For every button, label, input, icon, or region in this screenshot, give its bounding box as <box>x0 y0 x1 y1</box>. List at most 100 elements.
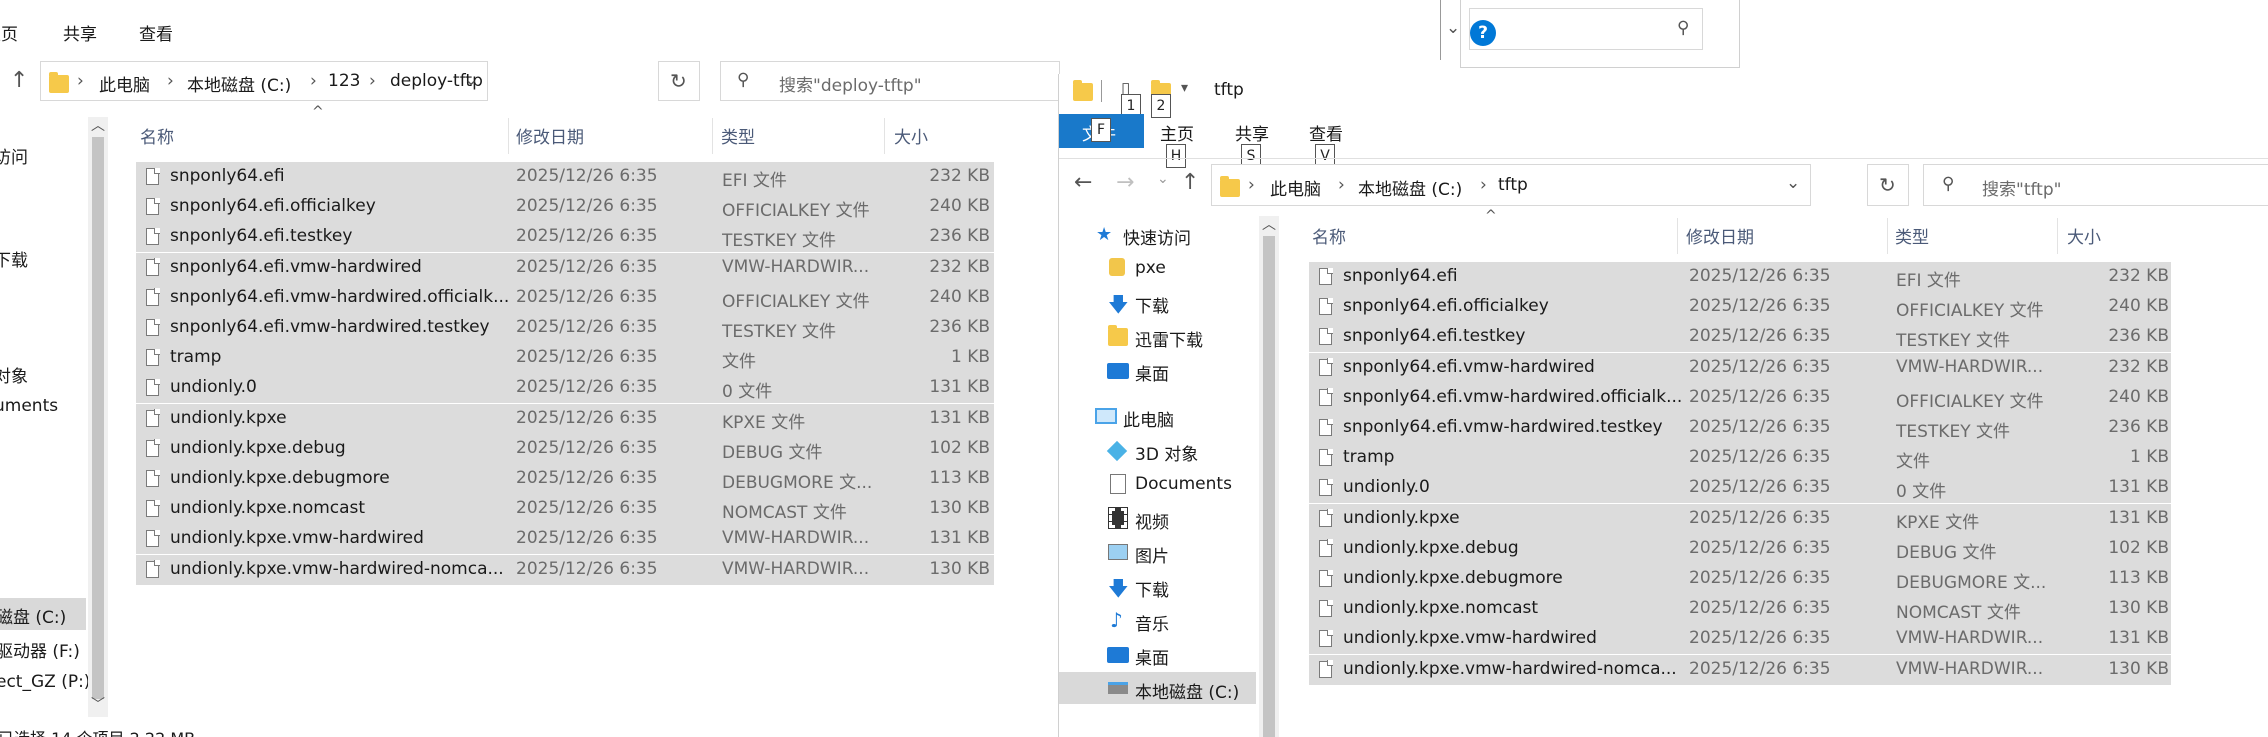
column-separator[interactable] <box>884 118 885 154</box>
nav-item-downloads[interactable]: 下载 <box>1135 292 1169 317</box>
menu-home[interactable]: 主页 <box>0 20 18 45</box>
file-row[interactable]: undionly.0 2025/12/26 6:35 0 文件 131 KB <box>1309 473 2171 504</box>
tab-share[interactable]: 共享 <box>1235 120 1269 145</box>
column-header-type[interactable]: 类型 <box>721 123 755 148</box>
file-row[interactable]: snponly64.efi.vmw-hardwired.officialk...… <box>1309 382 2171 413</box>
breadcrumb-123[interactable]: 123 <box>328 71 360 91</box>
file-row[interactable]: snponly64.efi.vmw-hardwired 2025/12/26 6:… <box>136 252 994 283</box>
nav-item-music[interactable]: 音乐 <box>1135 610 1169 635</box>
file-row[interactable]: undionly.kpxe.nomcast 2025/12/26 6:35 NOMC… <box>1309 594 2171 625</box>
column-separator[interactable] <box>1887 218 1888 254</box>
scroll-down-icon[interactable]: ﹀ <box>91 694 105 714</box>
nav-item-3d-objects[interactable]: 3D 对象 <box>1135 440 1198 465</box>
refresh-button[interactable]: ↻ <box>1867 164 1909 206</box>
file-row[interactable]: tramp 2025/12/26 6:35 文件 1 KB <box>1309 443 2171 474</box>
nav-item-downloads-2[interactable]: 下载 <box>1135 576 1169 601</box>
back-arrow-icon[interactable]: ← <box>1074 170 1092 195</box>
nav-item-this-pc[interactable]: 此电脑 <box>1123 406 1174 431</box>
nav-item-downloads[interactable]: 下载 <box>0 246 28 271</box>
nav-scrollbar-thumb[interactable] <box>1263 236 1275 737</box>
nav-item-pictures[interactable]: 图片 <box>1135 542 1169 567</box>
file-row[interactable]: snponly64.efi.vmw-hardwired.testkey 2025/… <box>1309 413 2171 443</box>
column-header-date[interactable]: 修改日期 <box>516 123 584 148</box>
file-row[interactable]: snponly64.efi.vmw-hardwired.testkey 2025/… <box>136 313 994 343</box>
column-separator[interactable] <box>1677 218 1678 254</box>
tab-view[interactable]: 查看 <box>1309 120 1343 145</box>
customize-qat-icon[interactable]: ▾ <box>1181 80 1188 96</box>
file-row[interactable]: undionly.kpxe.vmw-hardwired-nomca... 2025… <box>1309 654 2171 685</box>
file-row[interactable]: undionly.kpxe.vmw-hardwired 2025/12/26 6:… <box>136 524 994 555</box>
menu-share[interactable]: 共享 <box>63 20 97 45</box>
scroll-up-icon[interactable]: ︿ <box>91 115 105 135</box>
nav-item-drive-f[interactable]: 驱动器 (F:) <box>0 637 80 662</box>
column-separator[interactable] <box>712 118 713 154</box>
file-row[interactable]: undionly.kpxe 2025/12/26 6:35 KPXE 文件 131 K… <box>136 403 994 434</box>
file-row[interactable]: snponly64.efi.testkey 2025/12/26 6:35 TEST… <box>136 222 994 253</box>
column-separator[interactable] <box>508 118 509 154</box>
file-row[interactable]: snponly64.efi 2025/12/26 6:35 EFI 文件 232 KB <box>1309 262 2171 292</box>
search-box[interactable]: ⚲ 搜索"deploy-tftp" <box>720 61 1060 101</box>
column-header-type[interactable]: 类型 <box>1895 223 1929 248</box>
breadcrumb-this-pc[interactable]: 此电脑 <box>1270 175 1321 200</box>
nav-scrollbar[interactable]: ︿ <box>1259 216 1279 737</box>
column-header-name[interactable]: 名称 <box>1312 223 1346 248</box>
refresh-button[interactable]: ↻ <box>658 61 700 101</box>
file-row[interactable]: undionly.kpxe.debug 2025/12/26 6:35 DEBUG … <box>1309 533 2171 564</box>
chevron-down-icon[interactable]: ⌄ <box>464 70 478 90</box>
address-bar[interactable]: › 此电脑 › 本地磁盘 (C:) › tftp ⌄ <box>1211 164 1811 206</box>
tab-home[interactable]: 主页 <box>1160 120 1194 145</box>
chevron-down-icon[interactable]: ⌄ <box>1786 173 1800 193</box>
forward-arrow-icon[interactable]: → <box>1116 170 1134 195</box>
nav-item-pxe[interactable]: pxe <box>1135 258 1166 278</box>
nav-item-desktop-2[interactable]: 桌面 <box>1135 644 1169 669</box>
file-row[interactable]: undionly.kpxe.debugmore 2025/12/26 6:35 DE… <box>1309 564 2171 594</box>
nav-item-quick-access[interactable]: 快速访问 <box>1123 224 1191 249</box>
nav-item-quick-access[interactable]: 访问 <box>0 143 28 168</box>
file-row[interactable]: snponly64.efi.vmw-hardwired.officialk...… <box>136 282 994 313</box>
column-separator[interactable] <box>2057 218 2058 254</box>
file-row[interactable]: undionly.0 2025/12/26 6:35 0 文件 131 KB <box>136 373 994 404</box>
menu-view[interactable]: 查看 <box>139 20 173 45</box>
nav-scrollbar[interactable]: ︿ ﹀ <box>88 117 108 717</box>
nav-item-local-disk[interactable]: 本地磁盘 (C:) <box>1135 678 1239 703</box>
nav-item-xunlei[interactable]: 迅雷下载 <box>1135 326 1203 351</box>
recent-locations-icon[interactable]: ⌄ <box>1157 171 1169 187</box>
search-box[interactable]: ⚲ 搜索"tftp" <box>1923 164 2268 206</box>
file-row[interactable]: snponly64.efi.officialkey 2025/12/26 6:35… <box>1309 292 2171 323</box>
ribbon-collapse-icon[interactable]: ⌄ <box>1446 18 1460 38</box>
file-row[interactable]: snponly64.efi.vmw-hardwired 2025/12/26 6:… <box>1309 352 2171 383</box>
column-header-size[interactable]: 大小 <box>894 123 928 148</box>
file-row[interactable]: snponly64.efi.testkey 2025/12/26 6:35 TEST… <box>1309 322 2171 353</box>
nav-item-drive-p[interactable]: ect_GZ (P:) <box>0 672 90 692</box>
scroll-up-icon[interactable]: ︿ <box>1262 214 1276 234</box>
background-window-search[interactable]: ⚲ <box>1460 0 1740 68</box>
address-bar[interactable]: › 此电脑 › 本地磁盘 (C:) › 123 › deploy-tftp ⌄ <box>40 61 488 101</box>
column-header-size[interactable]: 大小 <box>2067 223 2101 248</box>
nav-item-videos[interactable]: 视频 <box>1135 508 1169 533</box>
file-row[interactable]: undionly.kpxe.nomcast 2025/12/26 6:35 NOMC… <box>136 494 994 525</box>
file-row[interactable]: snponly64.efi 2025/12/26 6:35 EFI 文件 232 KB <box>136 162 994 192</box>
up-arrow-icon[interactable]: ↑ <box>1181 170 1199 195</box>
breadcrumb-local-disk[interactable]: 本地磁盘 (C:) <box>1358 175 1462 200</box>
nav-item-documents[interactable]: uments <box>0 396 58 416</box>
nav-scrollbar-thumb[interactable] <box>92 137 104 699</box>
background-search-box[interactable]: ⚲ <box>1469 8 1703 50</box>
breadcrumb-tftp[interactable]: tftp <box>1498 175 1528 195</box>
nav-item-local-disk[interactable]: 磁盘 (C:) <box>0 603 66 628</box>
help-icon[interactable]: ? <box>1470 20 1496 46</box>
column-header-name[interactable]: 名称 <box>140 123 174 148</box>
file-row[interactable]: undionly.kpxe 2025/12/26 6:35 KPXE 文件 131 K… <box>1309 503 2171 534</box>
nav-item-documents[interactable]: Documents <box>1135 474 1232 494</box>
file-row[interactable]: undionly.kpxe.vmw-hardwired 2025/12/26 6:… <box>1309 624 2171 655</box>
column-header-date[interactable]: 修改日期 <box>1686 223 1754 248</box>
file-row[interactable]: snponly64.efi.officialkey 2025/12/26 6:35… <box>136 192 994 223</box>
up-arrow-icon[interactable]: ↑ <box>10 68 28 93</box>
file-row[interactable]: undionly.kpxe.debug 2025/12/26 6:35 DEBUG … <box>136 433 994 464</box>
nav-item-desktop[interactable]: 桌面 <box>1135 360 1169 385</box>
file-row[interactable]: undionly.kpxe.debugmore 2025/12/26 6:35 DE… <box>136 464 994 494</box>
breadcrumb-this-pc[interactable]: 此电脑 <box>99 71 150 96</box>
nav-item-3d-objects[interactable]: 对象 <box>0 362 28 387</box>
file-row[interactable]: tramp 2025/12/26 6:35 文件 1 KB <box>136 343 994 374</box>
file-row[interactable]: undionly.kpxe.vmw-hardwired-nomca... 2025… <box>136 554 994 585</box>
breadcrumb-local-disk[interactable]: 本地磁盘 (C:) <box>187 71 291 96</box>
